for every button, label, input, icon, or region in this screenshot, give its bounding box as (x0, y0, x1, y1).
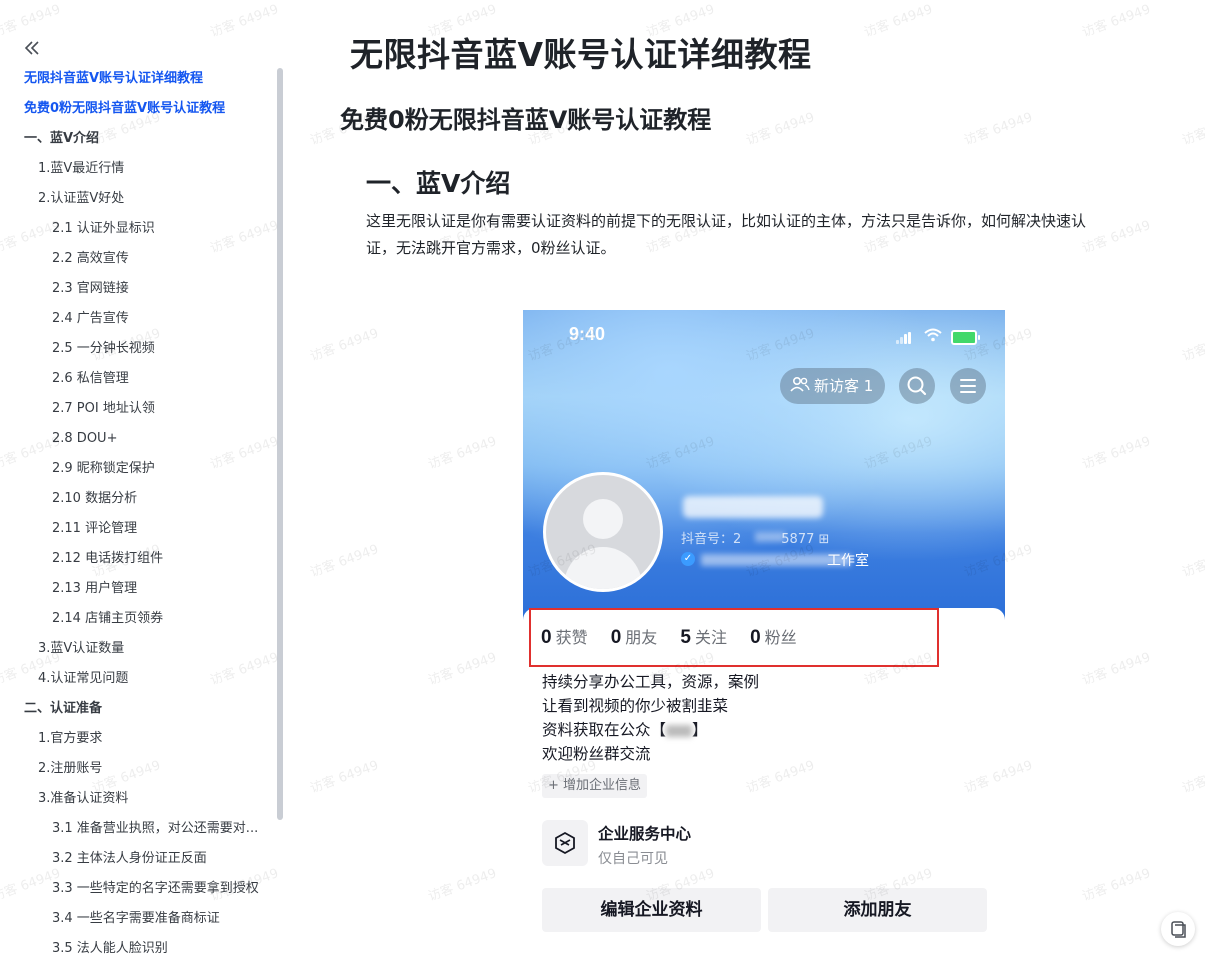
avatar[interactable] (543, 472, 663, 592)
search-icon (907, 376, 927, 396)
edit-enterprise-profile-button[interactable]: 编辑企业资料 (542, 888, 761, 932)
intro-line-1: 这里无限认证是你有需要认证资料的前提下的无限认证，比如认证的主体，方法只是告诉你… (366, 212, 1087, 230)
toc-item[interactable]: 3.1 准备营业执照，对公还需要对... (0, 814, 280, 844)
toc-item[interactable]: 2.10 数据分析 (0, 484, 280, 514)
profile-bio: 持续分享办公工具，资源，案例 让看到视频的你少被割韭菜 资料获取在公众【】 欢迎… (542, 673, 760, 763)
add-friend-button[interactable]: 添加朋友 (768, 888, 987, 932)
copy-icon (1171, 921, 1186, 938)
new-visitor-button[interactable]: 新访客 1 (780, 368, 886, 405)
toc-item[interactable]: 2.2 高效宣传 (0, 244, 280, 274)
toc-item[interactable]: 2.注册账号 (0, 754, 280, 784)
toc-item[interactable]: 2.5 一分钟长视频 (0, 334, 280, 364)
new-visitor-label: 新访客 1 (814, 377, 874, 395)
battery-icon (951, 330, 980, 345)
toc-sidebar: 无限抖音蓝V账号认证详细教程 免费0粉无限抖音蓝V账号认证教程 一、蓝V介绍 1.蓝V… (0, 0, 285, 958)
toc-item[interactable]: 3.5 法人能人脸识别 (0, 934, 280, 964)
toc-item[interactable]: 1.蓝V最近行情 (0, 154, 280, 184)
sidebar-scrollbar[interactable] (277, 68, 283, 820)
toc-item[interactable]: 3.蓝V认证数量 (0, 634, 280, 664)
toc-item[interactable]: 2.11 评论管理 (0, 514, 280, 544)
toc-item[interactable]: 2.3 官网链接 (0, 274, 280, 304)
toc-item[interactable]: 2.7 POI 地址认领 (0, 394, 280, 424)
menu-icon (960, 379, 976, 393)
toc-item[interactable]: 无限抖音蓝V账号认证详细教程 (0, 64, 280, 94)
toc-item[interactable]: 3.准备认证资料 (0, 784, 280, 814)
stats-highlight-box (529, 608, 939, 667)
toc-item[interactable]: 3.4 一些名字需要准备商标证 (0, 904, 280, 934)
toc-item[interactable]: 1.官方要求 (0, 724, 280, 754)
toc-item[interactable]: 2.14 店铺主页领券 (0, 604, 280, 634)
add-enterprise-info-button[interactable]: + 增加企业信息 (542, 774, 648, 798)
floating-copy-button[interactable] (1161, 912, 1195, 946)
toc-item[interactable]: 一、蓝V介绍 (0, 124, 280, 154)
blurred-nickname (683, 496, 823, 518)
section-heading: 一、蓝V介绍 (366, 169, 511, 198)
users-icon (790, 369, 810, 405)
toc-item[interactable]: 2.6 私信管理 (0, 364, 280, 394)
signal-icon (896, 332, 912, 344)
toc-item[interactable]: 2.1 认证外显标识 (0, 214, 280, 244)
toc-item[interactable]: 2.9 昵称锁定保护 (0, 454, 280, 484)
toc-item[interactable]: 3.3 一些特定的名字还需要拿到授权 (0, 874, 280, 904)
article-title: 无限抖音蓝V账号认证详细教程 (350, 35, 812, 74)
toc-item[interactable]: 2.认证蓝V好处 (0, 184, 280, 214)
article-subtitle: 免费0粉无限抖音蓝V账号认证教程 (340, 106, 712, 134)
enterprise-service-title[interactable]: 企业服务中心 (598, 822, 691, 844)
organization-suffix: 工作室 (827, 553, 869, 569)
intro-paragraph: 这里无限认证是你有需要认证资料的前提下的无限认证，比如认证的主体，方法只是告诉你… (366, 208, 1156, 262)
toc-item[interactable]: 3.2 主体法人身份证正反面 (0, 844, 280, 874)
toc-item[interactable]: 二、认证准备 (0, 694, 280, 724)
toc-item[interactable]: 免费0粉无限抖音蓝V账号认证教程 (0, 94, 280, 124)
toc-item[interactable]: 4.认证常见问题 (0, 664, 280, 694)
menu-button[interactable] (950, 368, 986, 404)
toc-item[interactable]: 2.13 用户管理 (0, 574, 280, 604)
enterprise-service-icon[interactable] (542, 820, 588, 866)
toc-item[interactable]: 2.12 电话拨打组件 (0, 544, 280, 574)
double-chevron-left-icon[interactable] (22, 38, 42, 58)
status-time: 9:40 (569, 324, 606, 344)
search-button[interactable] (899, 368, 935, 404)
table-of-contents: 无限抖音蓝V账号认证详细教程 免费0粉无限抖音蓝V账号认证教程 一、蓝V介绍 1.蓝V… (0, 64, 280, 964)
intro-line-2: 证，无法跳开官方需求，0粉丝认证。 (366, 239, 616, 257)
toc-item[interactable]: 2.8 DOU+ (0, 424, 280, 454)
wifi-icon (924, 328, 942, 342)
toc-item[interactable]: 2.4 广告宣传 (0, 304, 280, 334)
enterprise-service-visibility: 仅自己可见 (598, 851, 668, 867)
verified-check-icon: ✓ (681, 552, 695, 566)
